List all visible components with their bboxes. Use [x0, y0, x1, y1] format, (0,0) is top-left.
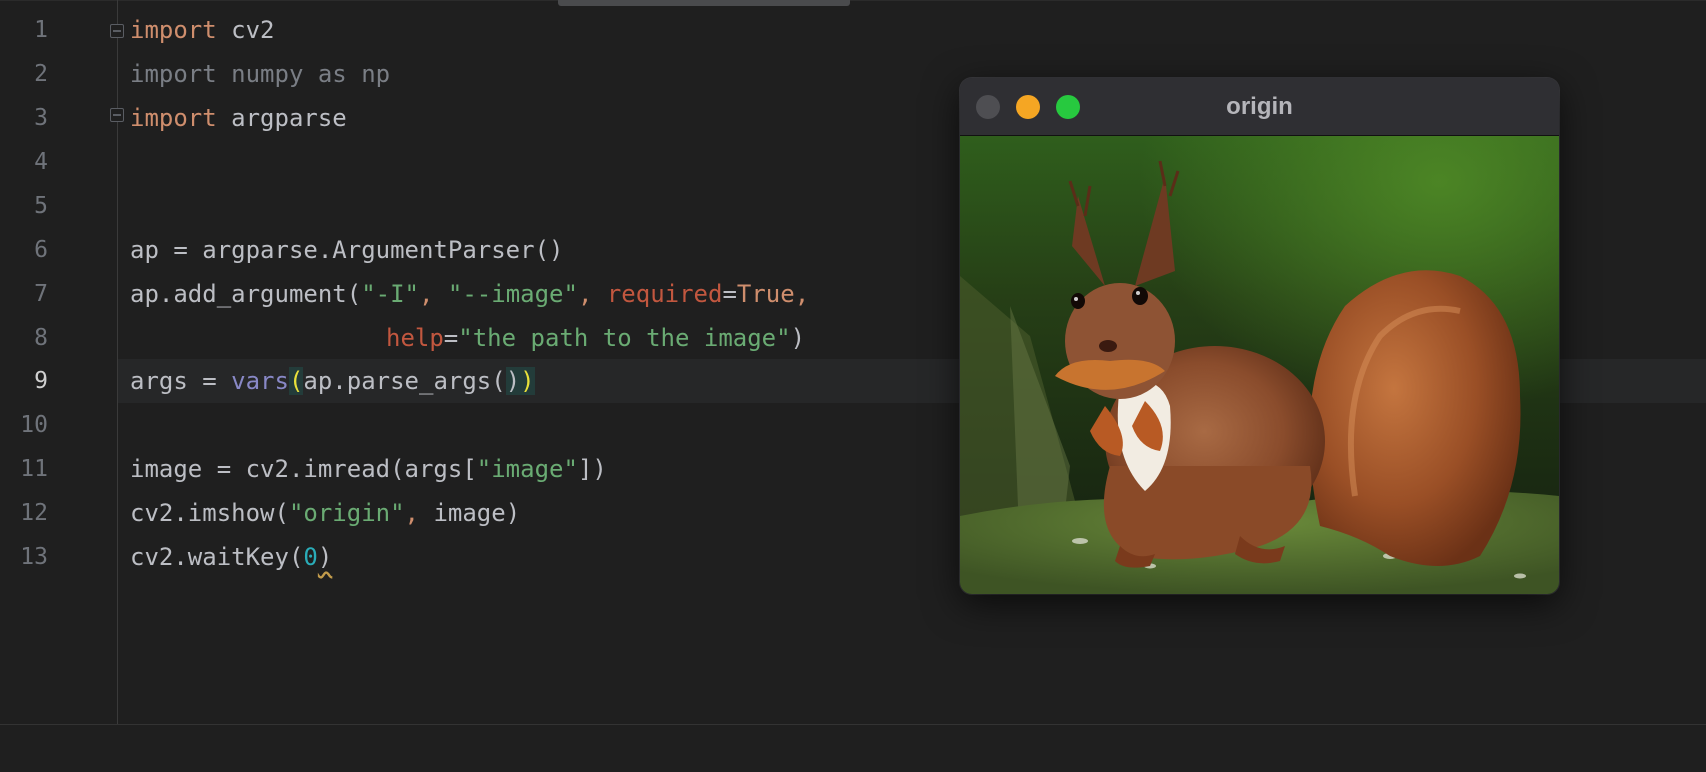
- code-token: ,: [577, 280, 607, 308]
- line-number: 9: [34, 368, 48, 394]
- code-text: import numpy as np: [130, 52, 390, 96]
- code-token: required: [606, 280, 723, 308]
- code-token: True: [736, 280, 795, 308]
- code-token: 0: [303, 543, 318, 571]
- code-token: ap.add_argument(: [130, 280, 362, 308]
- line-number: 10: [20, 412, 48, 438]
- window-titlebar[interactable]: origin: [960, 78, 1559, 136]
- code-token: import: [130, 16, 217, 44]
- code-token: (: [288, 367, 304, 395]
- code-token: =: [722, 280, 737, 308]
- line-number: 4: [34, 149, 48, 175]
- code-token: ,: [418, 280, 448, 308]
- window-title: origin: [1226, 93, 1293, 120]
- line-number: 8: [34, 325, 48, 351]
- code-token: image = cv2.imread(args[: [130, 455, 477, 483]
- code-line[interactable]: 1 import cv2: [0, 8, 1706, 52]
- line-number: 11: [20, 456, 48, 482]
- image-window[interactable]: origin: [960, 78, 1559, 594]
- code-text: args = vars(ap.parse_args()): [130, 359, 535, 403]
- code-token: cv2: [216, 16, 275, 44]
- code-text: ap = argparse.ArgumentParser(): [130, 228, 563, 272]
- line-number: 7: [34, 281, 48, 307]
- fold-end-icon[interactable]: [110, 108, 124, 122]
- code-token: "-I": [361, 280, 419, 308]
- code-token: "image": [476, 455, 578, 483]
- line-number: 5: [34, 193, 48, 219]
- code-token: ): [790, 324, 806, 352]
- code-token: args =: [130, 367, 232, 395]
- code-token: "the path to the image": [458, 324, 791, 352]
- code-token: argparse: [216, 104, 347, 132]
- code-token: "--image": [447, 280, 578, 308]
- code-token: import numpy as np: [130, 60, 391, 88]
- line-number: 6: [34, 237, 48, 263]
- fold-start-icon[interactable]: [110, 24, 124, 38]
- code-token: ): [317, 543, 333, 571]
- code-text: image = cv2.imread(args["image"]): [130, 447, 607, 491]
- code-token: ): [505, 367, 521, 395]
- line-number: 1: [34, 17, 48, 43]
- code-token: ]): [577, 455, 607, 483]
- code-token: ,: [404, 499, 434, 527]
- line-number: 13: [20, 544, 48, 570]
- top-border: [0, 0, 1706, 1]
- code-text: import cv2: [130, 8, 275, 52]
- code-token: ): [520, 367, 535, 395]
- line-number: 12: [20, 500, 48, 526]
- code-token: ap.parse_args(: [303, 367, 506, 395]
- code-token: cv2.waitKey(: [130, 543, 304, 571]
- code-token: help: [386, 324, 444, 352]
- squirrel-image: [960, 136, 1559, 594]
- code-text: cv2.imshow("origin", image): [130, 491, 520, 535]
- code-token: vars: [231, 367, 289, 395]
- line-number: 3: [34, 105, 48, 131]
- status-bar: [0, 725, 1706, 772]
- code-token: image): [433, 499, 521, 527]
- code-token: cv2.imshow(: [130, 499, 289, 527]
- code-text: import argparse: [130, 96, 347, 140]
- line-number: 2: [34, 61, 48, 87]
- horizontal-scrollbar-thumb[interactable]: [558, 0, 850, 6]
- code-token: =: [443, 324, 459, 352]
- code-token: "origin": [288, 499, 405, 527]
- code-token: import: [130, 104, 217, 132]
- code-text: help="the path to the image"): [130, 316, 805, 360]
- code-text: ap.add_argument("-I", "--image", require…: [130, 272, 809, 316]
- code-text: cv2.waitKey(0): [130, 535, 332, 579]
- code-token: ,: [794, 280, 810, 308]
- code-token: ap = argparse.ArgumentParser(): [130, 236, 564, 264]
